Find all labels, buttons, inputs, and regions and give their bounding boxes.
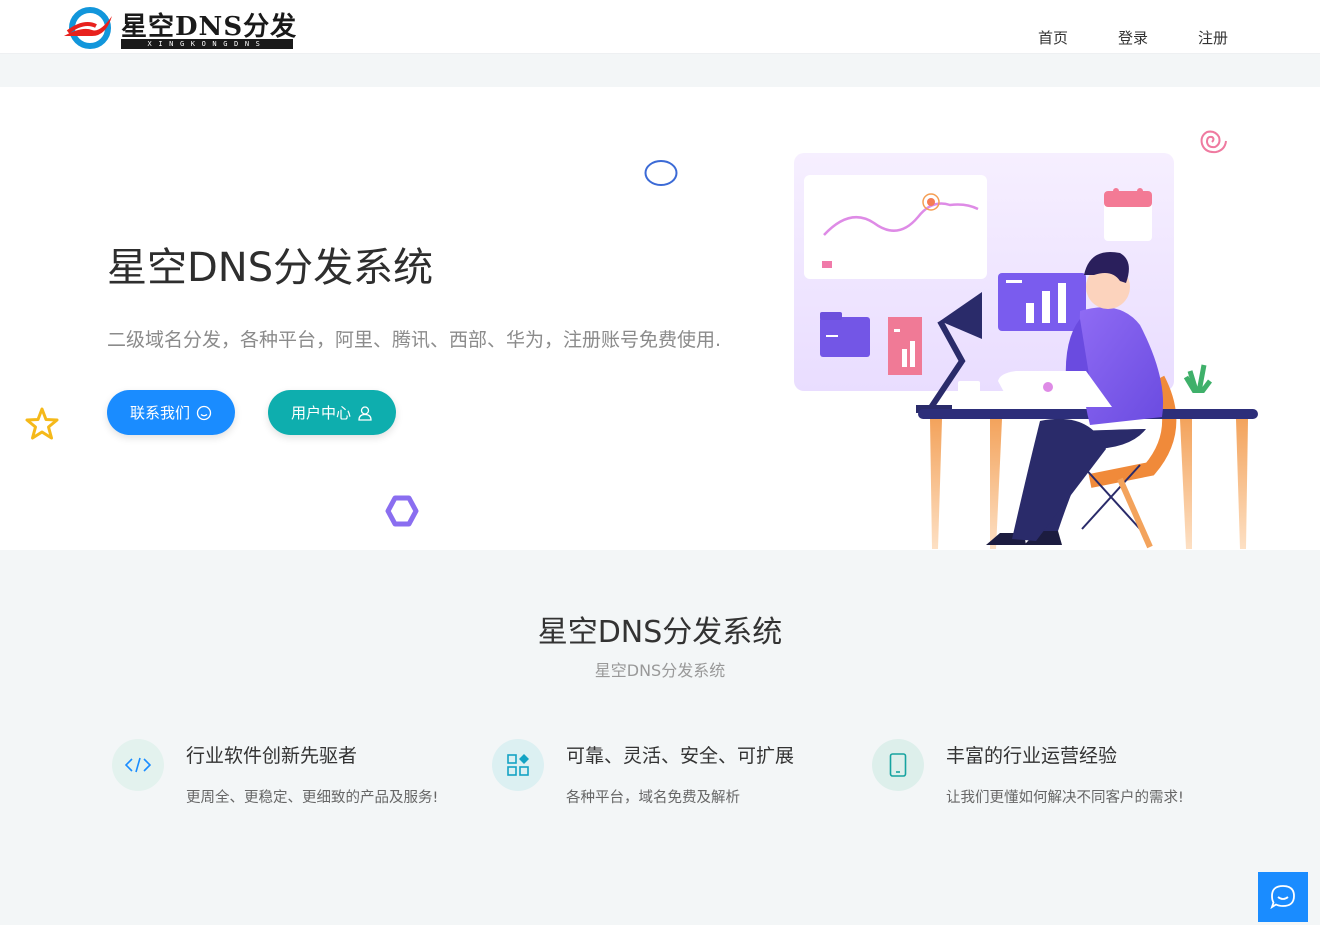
nav-register[interactable]: 注册 — [1198, 27, 1228, 48]
hero-subtitle: 二级域名分发，各种平台，阿里、腾讯、西部、华为，注册账号免费使用. — [107, 329, 722, 351]
feature-title: 行业软件创新先驱者 — [186, 745, 358, 767]
developer-illustration — [794, 153, 1258, 549]
feature-title: 丰富的行业运营经验 — [946, 745, 1118, 767]
feature-desc: 各种平台，域名免费及解析 — [566, 790, 740, 806]
logo[interactable]: 星空DNS分发 XINGKONGDNS — [62, 4, 297, 52]
features-title: 星空DNS分发系统 — [537, 615, 783, 650]
chat-bubble-icon — [1270, 885, 1295, 910]
hero-banner: 星空DNS分发系统 二级域名分发，各种平台，阿里、腾讯、西部、华为，注册账号免费… — [0, 87, 1320, 550]
main-nav: 首页 登录 注册 — [988, 27, 1228, 48]
nav-login[interactable]: 登录 — [1118, 27, 1148, 48]
blocks-icon — [507, 754, 529, 776]
user-center-label: 用户中心 — [290, 404, 351, 422]
feature-desc: 让我们更懂如何解决不同客户的需求! — [946, 790, 1184, 806]
logo-subtext: XINGKONGDNS — [121, 39, 293, 49]
feature-icon-wrap — [112, 739, 164, 791]
features-subtitle: 星空DNS分发系统 — [594, 661, 726, 680]
feature-title: 可靠、灵活、安全、可扩展 — [566, 745, 795, 767]
blue-ring-deco-icon — [644, 160, 678, 186]
feature-icon-wrap — [872, 739, 924, 791]
nav-home[interactable]: 首页 — [1038, 27, 1068, 48]
star-deco-icon — [25, 407, 59, 440]
hero-title: 星空DNS分发系统 — [107, 245, 434, 291]
logo-text: 星空DNS分发 — [121, 12, 298, 42]
tablet-icon — [889, 753, 907, 777]
contact-us-label: 联系我们 — [129, 404, 190, 422]
feature-item: 行业软件创新先驱者 更周全、更稳定、更细致的产品及服务! — [112, 738, 452, 838]
feature-item: 可靠、灵活、安全、可扩展 各种平台，域名免费及解析 — [492, 738, 832, 838]
logo-swirl-icon — [64, 7, 112, 49]
user-center-button[interactable]: 用户中心 — [268, 390, 396, 435]
user-icon — [358, 405, 372, 421]
smile-icon — [196, 405, 212, 420]
code-icon — [125, 757, 151, 773]
feature-icon-wrap — [492, 739, 544, 791]
contact-us-button[interactable]: 联系我们 — [107, 390, 235, 435]
hexagon-deco-icon — [385, 495, 419, 527]
feature-item: 丰富的行业运营经验 让我们更懂如何解决不同客户的需求! — [872, 738, 1212, 838]
feature-desc: 更周全、更稳定、更细致的产品及服务! — [186, 790, 439, 806]
chat-float-button[interactable] — [1258, 872, 1308, 922]
header: 星空DNS分发 XINGKONGDNS 首页 登录 注册 — [0, 0, 1320, 54]
